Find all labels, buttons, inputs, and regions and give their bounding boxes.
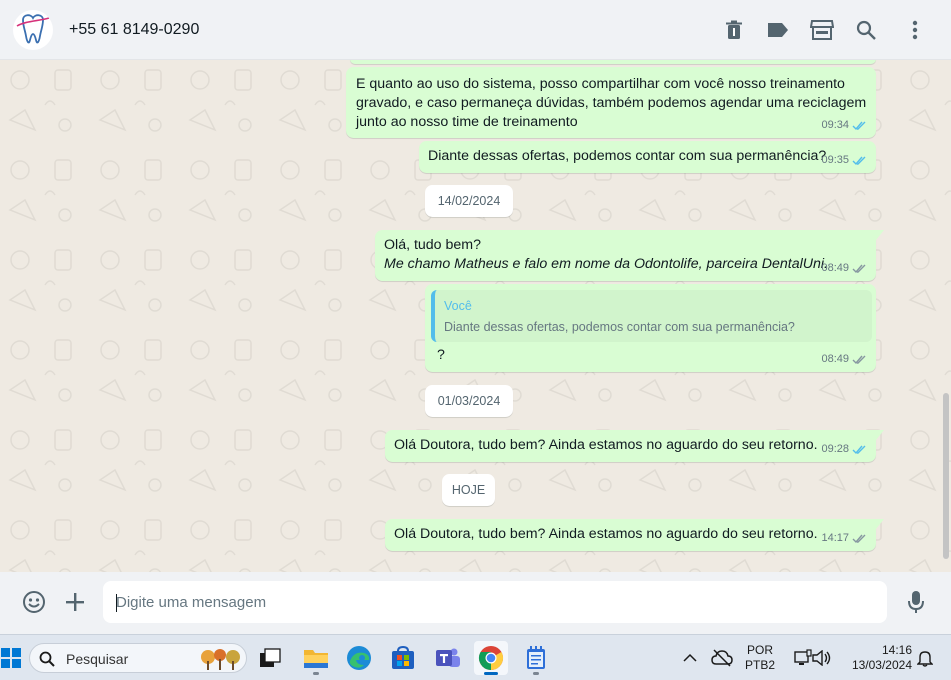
volume-icon[interactable] [805, 641, 839, 675]
notepad-icon[interactable] [519, 641, 553, 675]
quoted-message[interactable]: Você Diante dessas ofertas, podemos cont… [431, 290, 872, 342]
message-composer [0, 572, 951, 634]
message-time: 09:34 [821, 119, 849, 131]
edge-icon[interactable] [342, 641, 376, 675]
search-label: Pesquisar [66, 651, 129, 667]
contact-avatar[interactable] [13, 10, 53, 50]
message-meta: 08:49 [821, 350, 868, 369]
windows-start-icon[interactable] [0, 641, 28, 675]
store-icon[interactable] [810, 18, 834, 42]
search-icon [39, 651, 55, 667]
message-text: Olá Doutora, tudo bem? Ainda estamos no … [394, 437, 818, 453]
message-text: ? [437, 347, 445, 363]
message-bubble[interactable]: Olá Doutora, tudo bem? Ainda estamos no … [385, 430, 884, 462]
label-icon[interactable] [766, 18, 790, 42]
teams-icon[interactable] [431, 641, 465, 675]
windows-taskbar: Pesquisar POR PTB2 14:16 13/03/2024 [0, 634, 951, 680]
message-bubble-reply[interactable]: Você Diante dessas ofertas, podemos cont… [425, 284, 876, 372]
task-view-icon[interactable] [253, 641, 287, 675]
message-text: Diante dessas ofertas, podemos contar co… [428, 148, 827, 164]
message-time: 09:28 [821, 443, 849, 455]
chat-scrollbar[interactable] [943, 393, 949, 559]
message-text: E quanto ao uso do sistema, posso compar… [356, 76, 867, 130]
message-time: 09:35 [821, 154, 849, 166]
message-input[interactable] [103, 581, 887, 623]
contact-name[interactable]: +55 61 8149-0290 [69, 21, 199, 39]
quoted-author: Você [444, 299, 472, 313]
message-text: Olá, tudo bem? Me chamo Matheus e falo em… [384, 237, 828, 272]
read-receipt-icon [852, 156, 866, 165]
quoted-text: Diante dessas ofertas, podemos contar co… [444, 320, 795, 334]
date-separator: 14/02/2024 [425, 185, 513, 217]
message-text: Olá Doutora, tudo bem? Ainda estamos no … [394, 526, 818, 542]
message-bubble[interactable]: E quanto ao uso do sistema, posso compar… [346, 67, 876, 138]
message-bubble[interactable]: Olá, tudo bem? Me chamo Matheus e falo em… [375, 230, 884, 281]
message-meta: 09:35 [821, 151, 868, 170]
running-indicator [533, 672, 539, 675]
search-highlight-icon [201, 649, 240, 670]
read-receipt-icon [852, 355, 866, 364]
taskbar-search[interactable]: Pesquisar [29, 643, 247, 673]
microsoft-store-icon[interactable] [386, 641, 420, 675]
notification-bell-icon[interactable] [908, 641, 942, 675]
active-indicator [484, 672, 498, 675]
file-explorer-icon[interactable] [299, 641, 333, 675]
bubble-tail [876, 230, 884, 240]
plus-icon[interactable] [62, 589, 88, 615]
date-separator: 01/03/2024 [425, 385, 513, 417]
bubble-tail [876, 519, 884, 529]
text-caret [116, 594, 117, 612]
chrome-icon[interactable] [474, 641, 508, 675]
message-meta: 14:17 [821, 529, 868, 548]
microphone-icon[interactable] [903, 589, 929, 615]
clock[interactable]: 14:16 13/03/2024 [844, 643, 912, 673]
trash-icon[interactable] [722, 18, 746, 42]
message-time: 08:49 [821, 262, 849, 274]
read-receipt-icon [852, 445, 866, 454]
message-meta: 08:49 [821, 259, 868, 278]
emoji-icon[interactable] [21, 589, 47, 615]
message-meta: 09:34 [821, 116, 868, 135]
read-receipt-icon [852, 534, 866, 543]
running-indicator [313, 672, 319, 675]
chevron-up-icon[interactable] [673, 641, 707, 675]
message-list[interactable]: E quanto ao uso do sistema, posso compar… [0, 60, 951, 572]
message-bubble[interactable]: Olá Doutora, tudo bem? Ainda estamos no … [385, 519, 884, 551]
read-receipt-icon [852, 264, 866, 273]
bubble-tail [876, 430, 884, 440]
message-time: 14:17 [821, 532, 849, 544]
more-vertical-icon[interactable] [903, 18, 927, 42]
message-bubble[interactable]: Diante dessas ofertas, podemos contar co… [419, 141, 876, 173]
message-meta: 09:28 [821, 440, 868, 459]
language-indicator[interactable]: POR PTB2 [744, 643, 776, 673]
tooth-logo-icon [16, 14, 50, 44]
cloud-offline-icon[interactable] [705, 641, 739, 675]
read-receipt-icon [852, 121, 866, 130]
search-icon[interactable] [854, 18, 878, 42]
date-separator: HOJE [442, 474, 495, 506]
message-time: 08:49 [821, 353, 849, 365]
chat-header: +55 61 8149-0290 [0, 0, 951, 60]
message-bubble-partial [350, 60, 876, 64]
